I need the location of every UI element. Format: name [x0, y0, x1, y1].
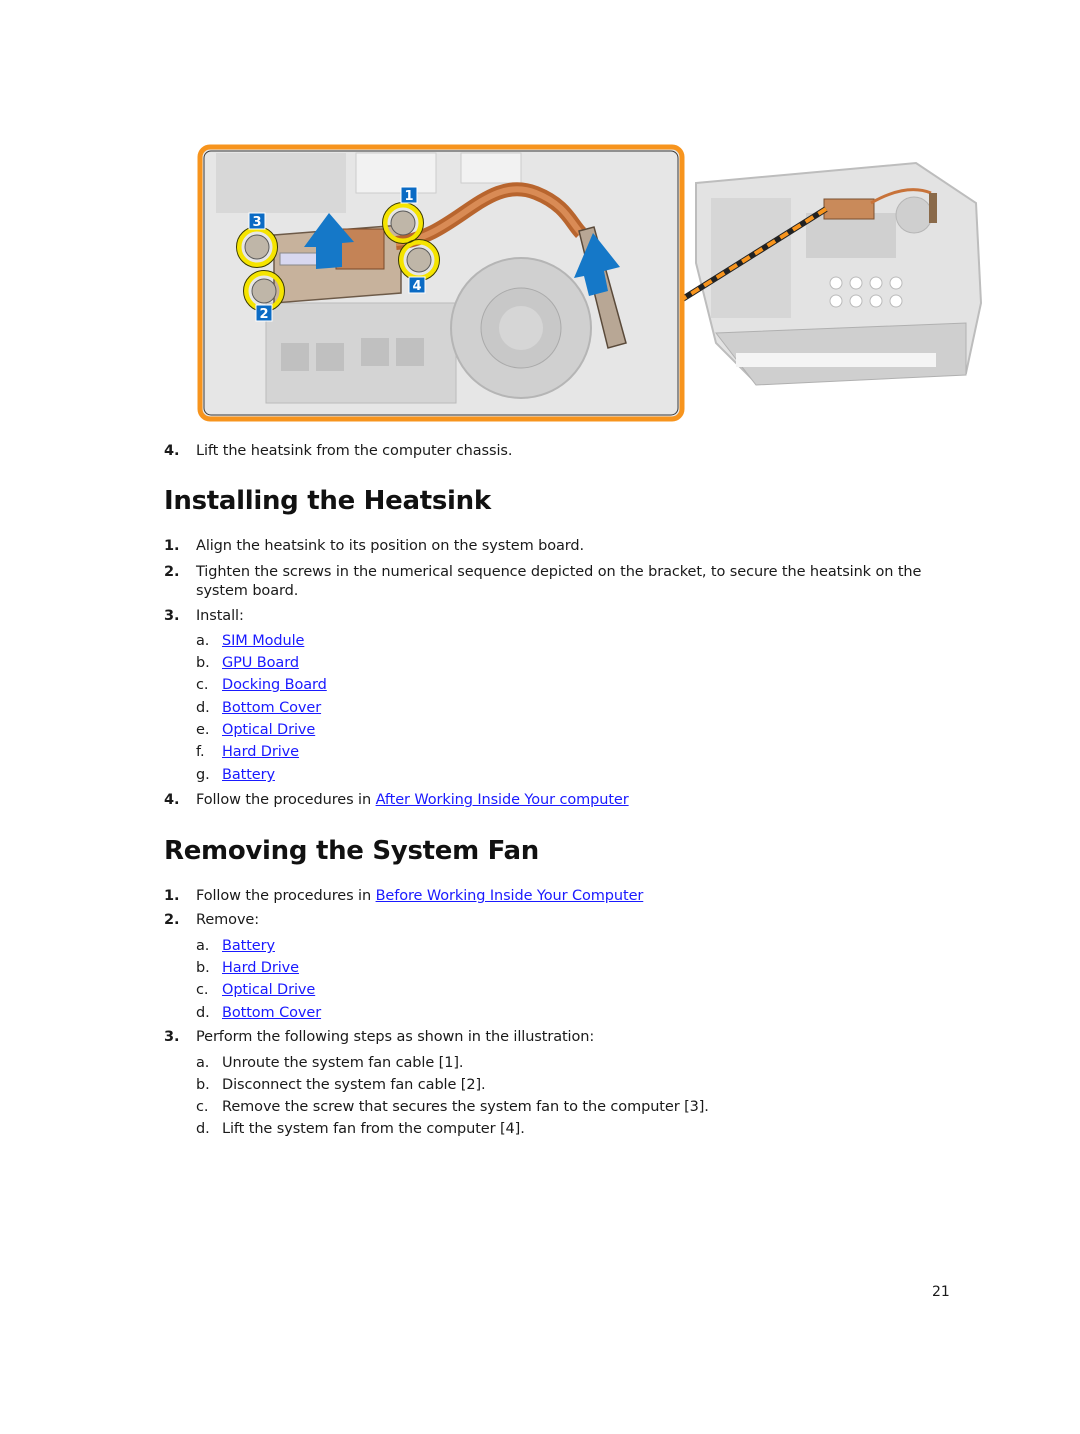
step-number: 3. [164, 1029, 180, 1045]
item-letter: g. [196, 767, 210, 783]
substep-text: Remove the screw that secures the system… [222, 1099, 709, 1115]
step-number: 2. [164, 564, 180, 580]
item-letter: a. [196, 1055, 210, 1071]
svg-text:4: 4 [412, 279, 421, 294]
page-number: 21 [932, 1284, 950, 1300]
link-battery[interactable]: Battery [222, 937, 275, 955]
step-text: Tighten the screws in the numerical sequ… [196, 564, 922, 580]
item-letter: d. [196, 1121, 210, 1137]
item-letter: d. [196, 700, 210, 716]
item-letter: a. [196, 938, 210, 954]
step-text: Follow the procedures in Before Working … [196, 887, 643, 905]
item-letter: a. [196, 633, 210, 649]
step-number: 4. [164, 443, 180, 459]
item-letter: b. [196, 1077, 210, 1093]
step-number: 4. [164, 792, 180, 808]
step-text: Lift the heatsink from the computer chas… [196, 443, 513, 459]
step-number: 1. [164, 538, 180, 554]
link-hard-drive[interactable]: Hard Drive [222, 743, 299, 761]
substep-text: Unroute the system fan cable [1]. [222, 1055, 464, 1071]
link-sim-module[interactable]: SIM Module [222, 632, 304, 650]
item-letter: f. [196, 744, 205, 760]
step-text: Perform the following steps as shown in … [196, 1029, 595, 1045]
item-letter: b. [196, 960, 210, 976]
step-text: Align the heatsink to its position on th… [196, 538, 585, 554]
item-letter: c. [196, 1099, 209, 1115]
section-heading-removing-system-fan: Removing the System Fan [164, 836, 540, 866]
item-letter: d. [196, 1005, 210, 1021]
step-text: Install: [196, 608, 244, 624]
step-number: 2. [164, 912, 180, 928]
heatsink-removal-illustration: 1 2 3 4 [196, 143, 986, 425]
step-text-prefix: Follow the procedures in [196, 792, 376, 808]
link-bottom-cover[interactable]: Bottom Cover [222, 1004, 321, 1022]
callout-badge-4: 4 [408, 276, 426, 294]
link-battery[interactable]: Battery [222, 766, 275, 784]
link-hard-drive[interactable]: Hard Drive [222, 959, 299, 977]
item-letter: e. [196, 722, 210, 738]
callout-badge-2: 2 [255, 304, 273, 322]
link-optical-drive[interactable]: Optical Drive [222, 721, 315, 739]
link-optical-drive[interactable]: Optical Drive [222, 981, 315, 999]
item-letter: b. [196, 655, 210, 671]
item-letter: c. [196, 982, 209, 998]
link-gpu-board[interactable]: GPU Board [222, 654, 299, 672]
link-after-working-inside[interactable]: After Working Inside Your computer [376, 792, 629, 808]
svg-text:2: 2 [259, 307, 268, 322]
callout-badge-3: 3 [248, 212, 266, 230]
callout-badge-1: 1 [400, 186, 418, 204]
item-letter: c. [196, 677, 209, 693]
link-docking-board[interactable]: Docking Board [222, 676, 327, 694]
step-text: Follow the procedures in After Working I… [196, 791, 629, 809]
substep-text: Lift the system fan from the computer [4… [222, 1121, 525, 1137]
svg-text:1: 1 [404, 189, 413, 204]
step-text: Remove: [196, 912, 260, 928]
substep-text: Disconnect the system fan cable [2]. [222, 1077, 486, 1093]
step-number: 1. [164, 888, 180, 904]
step-number: 3. [164, 608, 180, 624]
step-text-prefix: Follow the procedures in [196, 888, 376, 904]
step-text-continued: system board. [196, 583, 299, 599]
link-bottom-cover[interactable]: Bottom Cover [222, 699, 321, 717]
chassis-overview-image [695, 161, 983, 386]
svg-text:3: 3 [252, 215, 261, 230]
section-heading-installing-heatsink: Installing the Heatsink [164, 486, 491, 516]
heatsink-closeup-image [197, 144, 685, 422]
link-before-working-inside[interactable]: Before Working Inside Your Computer [376, 888, 644, 904]
